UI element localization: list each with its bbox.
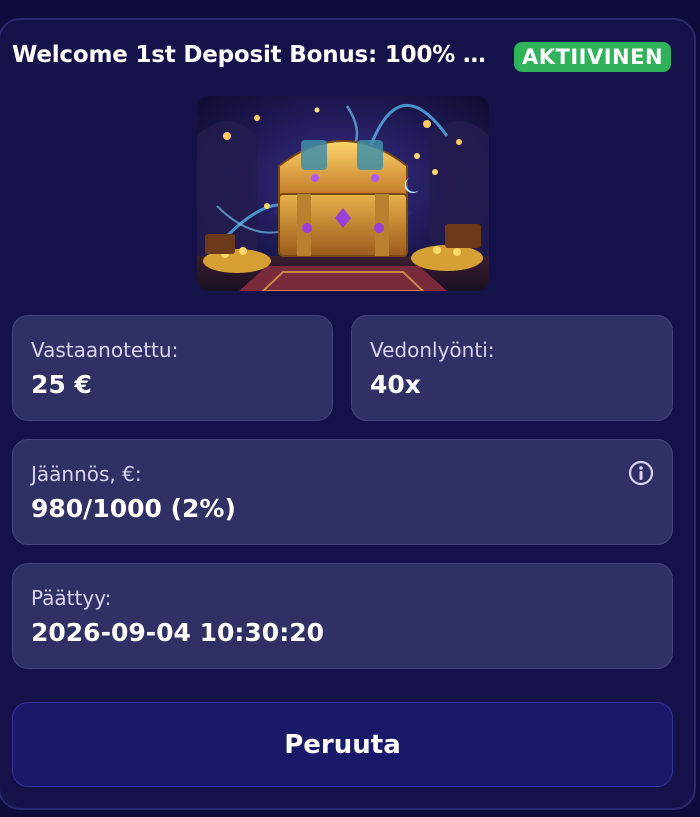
cancel-button[interactable]: Peruuta [12,702,673,787]
bonus-header: Welcome 1st Deposit Bonus: 100% … AKTIIV… [12,40,688,76]
expires-tile: Päättyy: 2026-09-04 10:30:20 [12,563,673,669]
wagering-tile: Vedonlyönti: 40x [351,315,673,421]
received-tile: Vastaanotettu: 25 € [12,315,333,421]
treasure-chest-banner [197,96,489,291]
balance-label: Jäännös, €: [31,462,142,486]
balance-value: 980/1000 (2%) [31,494,236,523]
expires-value: 2026-09-04 10:30:20 [31,618,324,647]
wagering-label: Vedonlyönti: [370,338,495,362]
received-label: Vastaanotettu: [31,338,179,362]
info-icon[interactable] [628,460,654,486]
expires-label: Päättyy: [31,586,112,610]
status-badge: AKTIIVINEN [514,42,672,72]
bonus-title: Welcome 1st Deposit Bonus: 100% … [12,42,486,68]
received-value: 25 € [31,370,92,399]
balance-tile: Jäännös, €: 980/1000 (2%) [12,439,673,545]
wagering-value: 40x [370,370,421,399]
